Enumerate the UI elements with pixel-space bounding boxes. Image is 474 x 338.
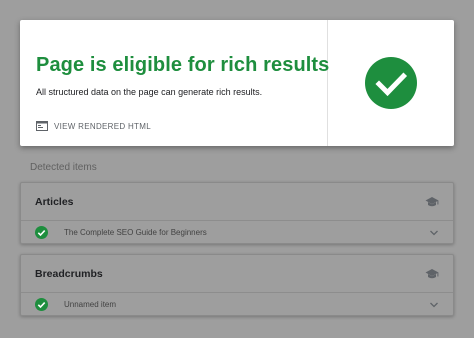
check-circle-icon [365,57,417,109]
list-item[interactable]: Unnamed item [21,293,453,316]
check-circle-icon [35,226,48,239]
chevron-down-icon[interactable] [429,301,439,309]
item-card-articles: Articles The Complete SEO Guide for Begi… [20,182,454,244]
view-rendered-html-button[interactable]: VIEW RENDERED HTML [36,121,151,131]
school-cap-icon[interactable] [425,196,439,208]
list-item[interactable]: The Complete SEO Guide for Beginners [21,221,453,244]
school-cap-icon[interactable] [425,268,439,280]
check-circle-icon [35,298,48,311]
item-header: Articles [21,183,453,221]
view-rendered-html-label: VIEW RENDERED HTML [54,121,151,131]
result-status [328,20,454,146]
item-title: Breadcrumbs [35,267,103,280]
result-card: Page is eligible for rich results All st… [20,20,454,146]
result-summary: Page is eligible for rich results All st… [20,20,330,146]
item-title: Articles [35,195,74,208]
browser-window-icon [36,121,48,131]
item-card-breadcrumbs: Breadcrumbs Unnamed item [20,254,454,316]
result-subtitle: All structured data on the page can gene… [36,87,263,97]
list-item-label: Unnamed item [64,300,117,309]
item-header: Breadcrumbs [21,255,453,293]
detected-items-heading: Detected items [30,162,97,173]
result-title: Page is eligible for rich results [36,54,330,76]
chevron-down-icon[interactable] [429,229,439,237]
list-item-label: The Complete SEO Guide for Beginners [64,228,207,237]
